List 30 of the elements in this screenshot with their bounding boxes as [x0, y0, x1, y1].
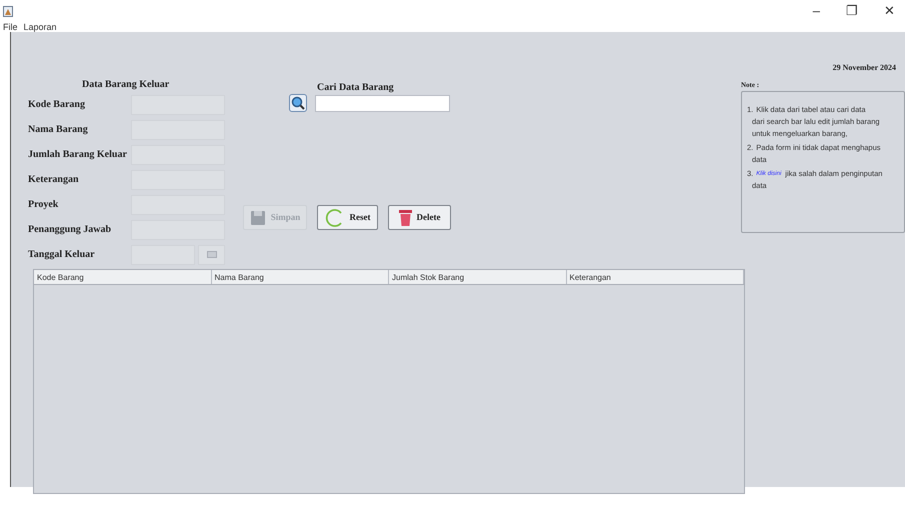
refresh-icon [324, 208, 344, 228]
field-label: Penanggung Jawab [28, 223, 112, 237]
field-label: Kode Barang [28, 98, 86, 112]
trash-icon [398, 209, 412, 226]
search-field[interactable] [315, 94, 450, 112]
calendar-button[interactable] [198, 244, 225, 264]
date-label: 29 November 2024 [832, 62, 897, 74]
column-header[interactable]: Jumlah Stok Barang [389, 270, 566, 284]
field-label: Keterangan [28, 173, 80, 187]
field-label: Tanggal Keluar [28, 248, 96, 262]
column-header[interactable]: Kode Barang [34, 270, 212, 284]
search-button[interactable] [289, 94, 307, 112]
column-header[interactable]: Keterangan [566, 270, 744, 284]
restore-button[interactable]: ❐ [846, 1, 858, 21]
form-title: Data Barang Keluar [81, 78, 170, 92]
delete-button[interactable]: Delete [388, 205, 451, 230]
close-button[interactable]: ✕ [884, 1, 895, 21]
search-icon [291, 96, 305, 110]
calendar-icon [206, 251, 216, 258]
search-title: Cari Data Barang [316, 81, 395, 92]
field-label: Nama Barang [28, 123, 89, 137]
reset-button[interactable]: Reset [317, 205, 378, 230]
field-label: Proyek [28, 198, 60, 212]
menu-item[interactable]: File [3, 22, 18, 32]
minimize-button[interactable]: – [812, 1, 820, 21]
app-icon [3, 6, 13, 16]
data-table[interactable]: Kode Barang Nama Barang Jumlah Stok Barang Keterangan [33, 269, 745, 494]
column-header[interactable]: Nama Barang [212, 270, 389, 284]
menu-item[interactable]: Laporan [24, 22, 57, 32]
field-label: Jumlah Barang Keluar [28, 148, 128, 162]
